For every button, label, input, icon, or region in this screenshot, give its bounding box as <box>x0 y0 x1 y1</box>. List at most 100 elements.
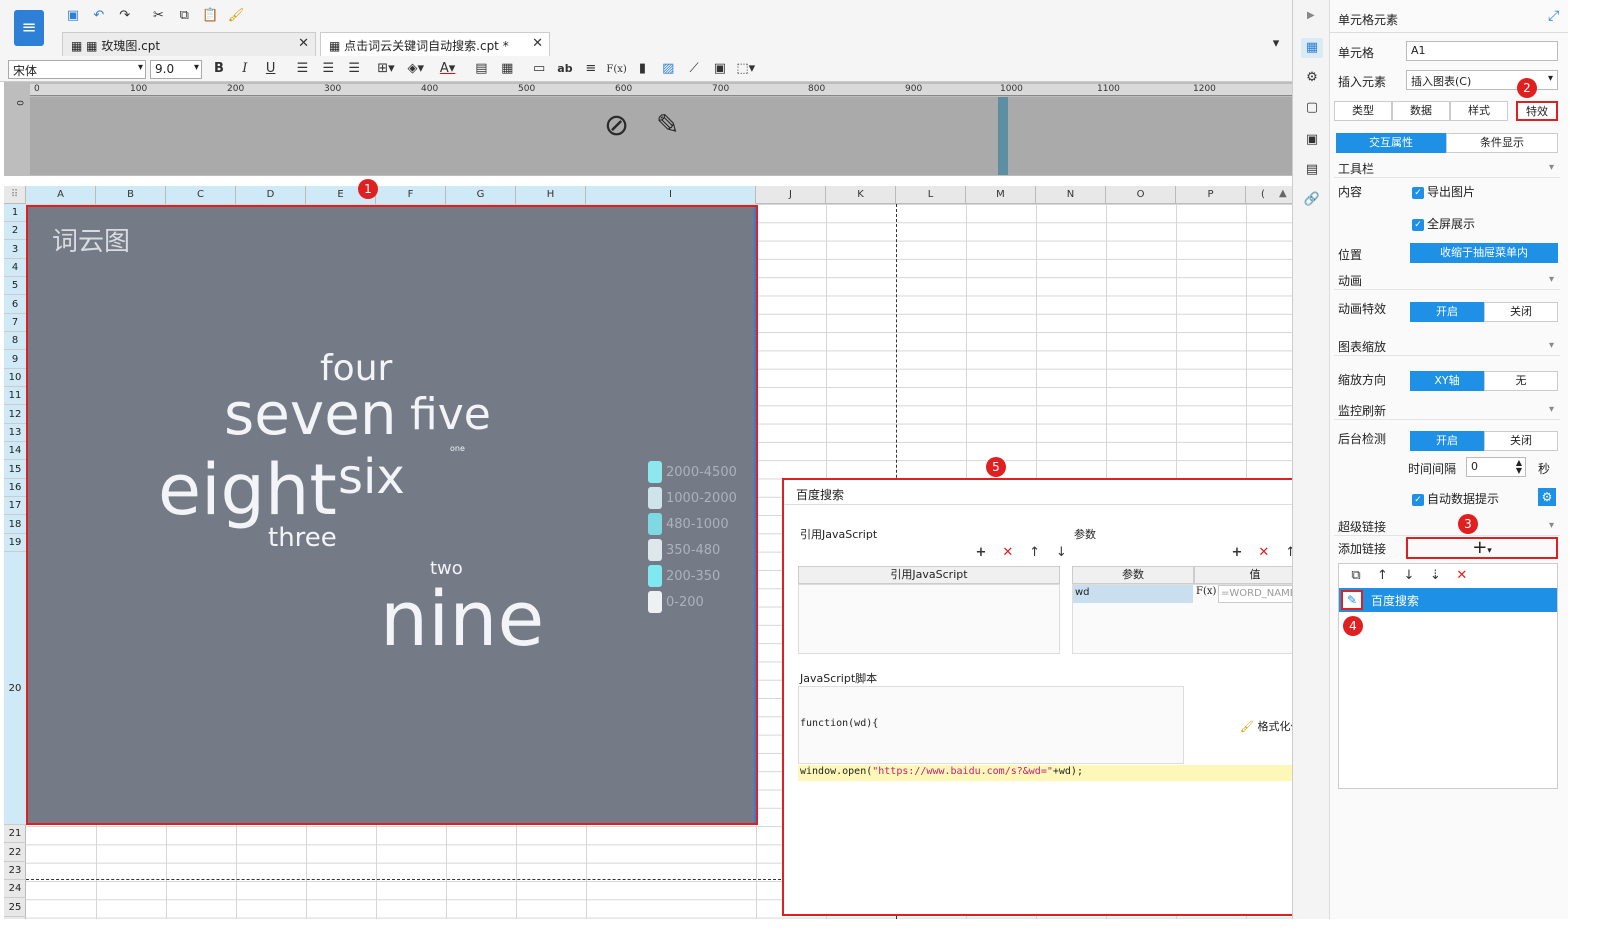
paste-icon[interactable]: 📋 <box>199 6 221 26</box>
underline-button[interactable]: U <box>260 59 282 79</box>
edit-pencil-icon[interactable]: ✎ <box>656 108 679 141</box>
col-header-b[interactable]: B <box>96 186 166 204</box>
col-header-m[interactable]: M <box>966 186 1036 204</box>
legend-swatch[interactable] <box>648 513 662 535</box>
fullscreen-checkbox[interactable]: ✓ 全屏展示 <box>1412 215 1475 232</box>
word-three[interactable]: three <box>268 525 337 551</box>
row-header-14[interactable]: 14 <box>4 442 26 460</box>
col-header-q[interactable]: ( <box>1246 186 1280 204</box>
subtab-interaction[interactable]: 交互属性 <box>1336 133 1446 153</box>
sub-report-icon[interactable]: ▣ <box>709 59 731 79</box>
export-image-checkbox[interactable]: ✓ 导出图片 <box>1412 183 1475 200</box>
delete-icon[interactable]: ✕ <box>1451 566 1473 586</box>
close-icon[interactable]: ✕ <box>532 36 543 51</box>
col-header-g[interactable]: G <box>446 186 516 204</box>
page-width-marker[interactable] <box>998 97 1008 175</box>
row-header-8[interactable]: 8 <box>4 332 26 350</box>
position-select[interactable]: 收缩于抽屉菜单内 <box>1410 243 1558 263</box>
font-size-select[interactable]: 9.0 ▾ <box>150 60 202 79</box>
add-link-button[interactable]: +▾ <box>1406 537 1558 559</box>
row-header-18[interactable]: 18 <box>4 515 26 534</box>
word-six[interactable]: six <box>338 453 405 501</box>
legend-label[interactable]: 350-480 <box>666 543 720 558</box>
col-header-j[interactable]: J <box>756 186 826 204</box>
row-header-22[interactable]: 22 <box>4 843 26 862</box>
tab-effects[interactable]: 特效 <box>1516 101 1558 121</box>
word-nine[interactable]: nine <box>380 581 544 657</box>
float-element-icon[interactable]: ▢ <box>1301 98 1323 118</box>
row-header-2[interactable]: 2 <box>4 222 26 240</box>
tab-style[interactable]: 样式 <box>1450 101 1508 121</box>
move-up-icon[interactable]: ↑ <box>1371 566 1393 586</box>
js-ref-list[interactable] <box>798 584 1060 654</box>
legend-swatch[interactable] <box>648 487 662 509</box>
scroll-up-icon[interactable]: ▲ <box>1279 188 1287 199</box>
row-header-15[interactable]: 15 <box>4 460 26 479</box>
col-header-d[interactable]: D <box>236 186 306 204</box>
section-zoom[interactable]: 图表缩放 ▾ <box>1334 336 1560 356</box>
row-header-6[interactable]: 6 <box>4 295 26 314</box>
align-left-icon[interactable]: ☰ <box>291 59 313 79</box>
word-one[interactable]: one <box>450 445 465 453</box>
redo-icon[interactable]: ↷ <box>114 6 136 26</box>
row-header-7[interactable]: 7 <box>4 314 26 332</box>
legend-label[interactable]: 1000-2000 <box>666 491 737 506</box>
row-header-17[interactable]: 17 <box>4 497 26 515</box>
bg-check-off-button[interactable]: 关闭 <box>1484 431 1558 451</box>
font-color-icon[interactable]: A▾ <box>437 59 459 79</box>
auto-tip-checkbox[interactable]: ✓ 自动数据提示 <box>1412 490 1499 507</box>
frame-icon[interactable]: ⬚▾ <box>735 59 757 79</box>
formula-icon[interactable]: F(x) <box>1196 586 1216 597</box>
hyperlink-icon[interactable]: 🔗 <box>1301 190 1323 210</box>
copy-icon[interactable]: ⧉ <box>173 6 195 26</box>
merge-cells-icon[interactable]: ▤ <box>470 59 492 79</box>
slash-icon[interactable]: ⟋ <box>683 59 705 79</box>
font-family-select[interactable]: 宋体 ▾ <box>8 60 146 79</box>
col-header-p[interactable]: P <box>1176 186 1246 204</box>
select-all-icon[interactable]: ⠿ <box>4 186 26 204</box>
col-header-l[interactable]: L <box>896 186 966 204</box>
move-down-icon[interactable]: ↓ <box>1050 543 1072 563</box>
legend-swatch[interactable] <box>648 539 662 561</box>
undo-icon[interactable]: ↶ <box>88 6 110 26</box>
italic-button[interactable]: I <box>234 59 256 79</box>
row-header-4[interactable]: 4 <box>4 259 26 277</box>
anim-on-button[interactable]: 开启 <box>1410 302 1484 322</box>
row-header-25[interactable]: 25 <box>4 898 26 917</box>
col-header-o[interactable]: O <box>1106 186 1176 204</box>
row-header-19[interactable]: 19 <box>4 534 26 552</box>
tab-rose-chart[interactable]: ▦ ▦ 玫瑰图.cpt ✕ <box>62 32 316 56</box>
col-header-f[interactable]: F <box>376 186 446 204</box>
spinner-icon[interactable]: ▲ ▼ <box>1516 459 1522 475</box>
tab-wordcloud-search[interactable]: ▦ 点击词云关键词自动搜索.cpt * ✕ <box>320 32 550 56</box>
text-field-icon[interactable]: ▭ <box>528 59 550 79</box>
cell-element-icon[interactable]: ▦ <box>1301 38 1323 58</box>
chart-icon[interactable]: ▮ <box>631 59 653 79</box>
anim-off-button[interactable]: 关闭 <box>1484 302 1558 322</box>
row-header-5[interactable]: 5 <box>4 277 26 295</box>
edit-pencil-icon[interactable]: ✎ <box>1341 590 1363 610</box>
move-down-icon[interactable]: ↓ <box>1398 566 1420 586</box>
zoom-none-button[interactable]: 无 <box>1484 371 1558 391</box>
col-header-i[interactable]: I <box>586 186 756 204</box>
word-seven[interactable]: seven <box>224 385 397 443</box>
delete-icon[interactable]: ✕ <box>1253 543 1275 563</box>
legend-label[interactable]: 200-350 <box>666 569 720 584</box>
tab-menu-icon[interactable]: ▾ <box>1265 34 1287 54</box>
section-monitor[interactable]: 监控刷新 ▾ <box>1334 400 1560 420</box>
row-header-21[interactable]: 21 <box>4 825 26 843</box>
subtab-condition[interactable]: 条件显示 <box>1446 133 1558 153</box>
row-header-24[interactable]: 24 <box>4 880 26 898</box>
gear-icon[interactable]: ⚙ <box>1538 488 1556 506</box>
insert-table-icon[interactable]: ▦ <box>496 59 518 79</box>
bg-check-on-button[interactable]: 开启 <box>1410 431 1484 451</box>
cell-attr-icon[interactable]: ⚙ <box>1301 68 1323 88</box>
copy-icon[interactable]: ⧉ <box>1345 566 1367 586</box>
word-five[interactable]: five <box>410 393 491 437</box>
image-icon[interactable]: ▨ <box>657 59 679 79</box>
row-header-16[interactable]: 16 <box>4 479 26 497</box>
delete-icon[interactable]: ✕ <box>997 543 1019 563</box>
code-editor[interactable] <box>798 781 1316 913</box>
wordcloud-chart[interactable]: 词云图 four seven five one eight six three … <box>26 205 758 825</box>
section-toolbar[interactable]: 工具栏 ▾ <box>1334 158 1560 178</box>
